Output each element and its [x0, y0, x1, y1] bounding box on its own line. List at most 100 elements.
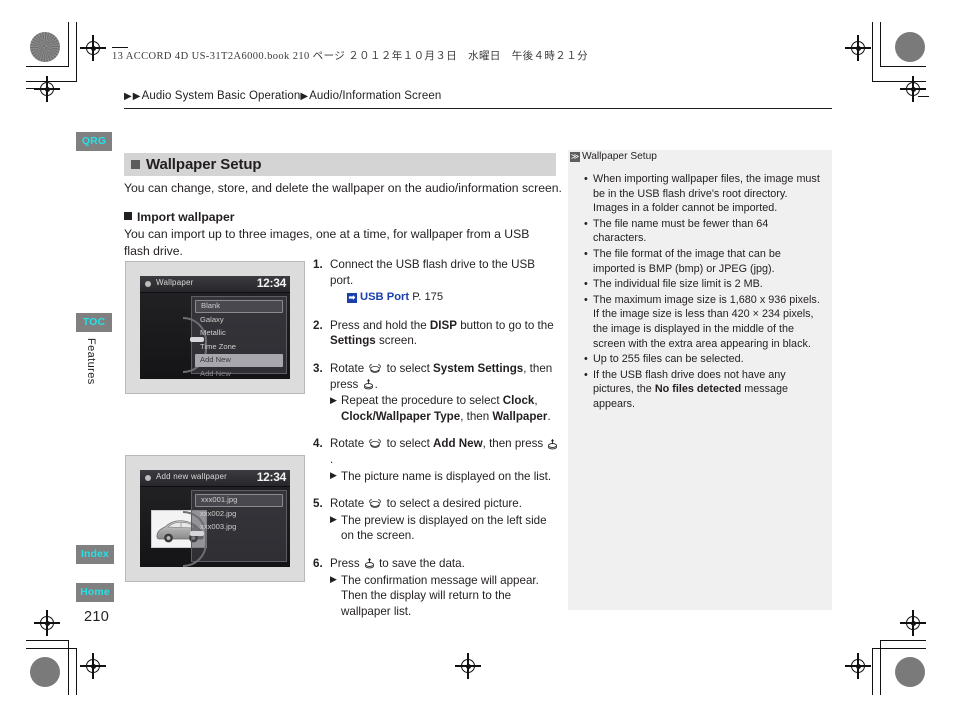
note-item: • If the USB flash drive does not have an… [582, 368, 820, 412]
emphasis-text: No files detected [654, 383, 742, 396]
crop-line-tr-v2 [872, 22, 874, 82]
notes-panel-title: Wallpaper Setup [582, 151, 657, 162]
step-text: The file format of the image that can be… [593, 247, 781, 275]
cross-reference-title[interactable]: USB Port [360, 291, 409, 303]
crop-line-bl-v1 [68, 640, 70, 695]
crop-line-bl-h2 [26, 648, 77, 650]
list-item[interactable]: Metallic [195, 327, 283, 340]
step-text: Up to 255 files can be selected. [593, 353, 744, 366]
bullet-icon: • [584, 217, 588, 230]
subsection-heading-label: Import wallpaper [137, 210, 235, 224]
registration-mark-top-right-inner [900, 76, 926, 102]
step-text: Rotate [330, 497, 368, 511]
cross-reference-link[interactable]: ➡ USB Port P. 175 [330, 290, 561, 306]
step-text: The individual file size limit is 2 MB. [593, 278, 763, 291]
rotary-dial-icon [369, 439, 382, 449]
wallpaper-option-list[interactable]: Blank Galaxy Metallic Time Zone Add New … [183, 296, 287, 378]
note-marker-icon: ≫ [570, 152, 580, 162]
disc-indicator-icon-2 [145, 475, 151, 481]
crop-line-br-v1 [880, 640, 882, 695]
list-item-selected[interactable]: Add New [195, 354, 283, 367]
step-text: Rotate [330, 361, 368, 375]
sub-note-arrow-icon: ▶ [330, 470, 337, 481]
disc-indicator-icon-1 [145, 281, 151, 287]
step-text: , then press [482, 437, 547, 451]
figure-add-new-wallpaper-screen: Add new wallpaper 12:34 xxx001.jpg xxx00… [125, 455, 305, 582]
head-unit-clock-2: 12:34 [256, 470, 287, 484]
step-text: Rotate [330, 437, 368, 451]
list-item[interactable]: Time Zone [195, 341, 283, 354]
crop-line-tl-h1 [26, 66, 69, 68]
registration-mark-bottom-right-inner [900, 610, 926, 636]
sidebar-tab-toc[interactable]: TOC [76, 313, 112, 332]
step-text: to select [383, 437, 434, 451]
note-item: • The individual file size limit is 2 MB. [582, 277, 820, 292]
sidebar-tab-index[interactable]: Index [76, 545, 114, 564]
wallpaper-file-list[interactable]: xxx001.jpg xxx002.jpg xxx003.jpg [183, 490, 287, 567]
note-item: • Up to 255 files can be selected. [582, 352, 820, 367]
step-text: , [534, 394, 538, 408]
notes-panel-header: ≫ Wallpaper Setup [568, 151, 657, 162]
registration-mark-top-left [34, 76, 60, 102]
registration-mark-top-left-inner [80, 35, 106, 61]
procedure-step: 6. Press to save the data. ▶ The confirmati… [313, 556, 561, 619]
list-item[interactable] [195, 535, 283, 548]
list-item[interactable]: xxx003.jpg [195, 521, 283, 534]
crop-line-tl-v2 [76, 22, 78, 82]
note-item: • When importing wallpaper files, the ima… [582, 172, 820, 216]
sidebar-tab-home[interactable]: Home [76, 583, 114, 602]
sidebar-tab-qrg[interactable]: QRG [76, 132, 112, 151]
step-text: button to go to the [456, 318, 554, 332]
registration-mark-bottom-left-inner [80, 653, 106, 679]
bullet-icon: • [584, 247, 588, 260]
registration-dot-bottom-left [30, 657, 60, 687]
list-item[interactable]: xxx001.jpg [195, 494, 283, 507]
list-item[interactable] [195, 548, 283, 561]
sidebar-section-label: Features [85, 338, 97, 385]
step-text: Press and hold the [330, 318, 430, 332]
registration-mark-bottom-right [845, 653, 871, 679]
list-item[interactable]: xxx002.jpg [195, 508, 283, 521]
sub-note-arrow-icon: ▶ [330, 574, 337, 584]
list-item[interactable] [195, 562, 283, 568]
list-item[interactable]: Galaxy [195, 314, 283, 327]
list-item[interactable]: Add New [195, 368, 283, 380]
sub-note-arrow-icon: ▶ [330, 394, 337, 405]
head-unit-title-2: Add new wallpaper [156, 472, 227, 481]
head-unit-display-2: Add new wallpaper 12:34 xxx001.jpg xxx00… [140, 470, 290, 567]
crop-line-br-h2 [872, 648, 926, 650]
push-button-icon [364, 558, 374, 569]
step-text: to select [383, 361, 434, 375]
jump-arrow-icon: ➡ [347, 293, 357, 304]
head-unit-display-1: Wallpaper 12:34 Blank Galaxy Metallic Ti… [140, 276, 290, 379]
step-text: screen. [375, 334, 417, 348]
notes-bullet-list: • When importing wallpaper files, the ima… [582, 172, 820, 413]
note-item: • The file name must be fewer than 64 cha… [582, 217, 820, 246]
note-item: • The file format of the image that can b… [582, 247, 820, 276]
breadcrumb-level-2[interactable]: Audio/Information Screen [309, 90, 441, 102]
breadcrumb-level-1[interactable]: Audio System Basic Operation [142, 90, 301, 102]
emphasis-text: Wallpaper [492, 409, 548, 423]
step-number: 4. [313, 437, 323, 451]
notes-panel: ≫ Wallpaper Setup • When importing wallpap… [568, 150, 832, 610]
procedure-step: 3. Rotate to select System Settings , then… [313, 361, 561, 424]
registration-dot-bottom-right [895, 657, 925, 687]
bullet-icon: • [584, 173, 588, 185]
edge-tick-left [26, 88, 37, 90]
crop-line-tl-v1 [68, 22, 70, 67]
step-number: 6. [313, 556, 323, 570]
step-text: . [374, 377, 378, 391]
bullet-icon: • [584, 353, 588, 366]
procedure-step: 1. Connect the USB flash drive to the USB… [313, 257, 561, 306]
subsection-intro-text: You can import up to three images, one a… [124, 227, 530, 258]
crop-line-bl-v2 [76, 648, 78, 695]
step-text: Repeat the procedure to select [341, 394, 503, 408]
emphasis-text: Settings [330, 334, 376, 348]
step-sub-note: ▶ Repeat the procedure to select Clock, C… [330, 393, 561, 424]
emphasis-text: System Settings [433, 361, 524, 375]
section-intro-text: You can change, store, and delete the wa… [124, 181, 562, 195]
rotary-dial-icon [369, 498, 382, 508]
emphasis-text: Add New [433, 437, 483, 451]
list-item[interactable]: Blank [195, 300, 283, 313]
push-button-icon [548, 438, 558, 450]
